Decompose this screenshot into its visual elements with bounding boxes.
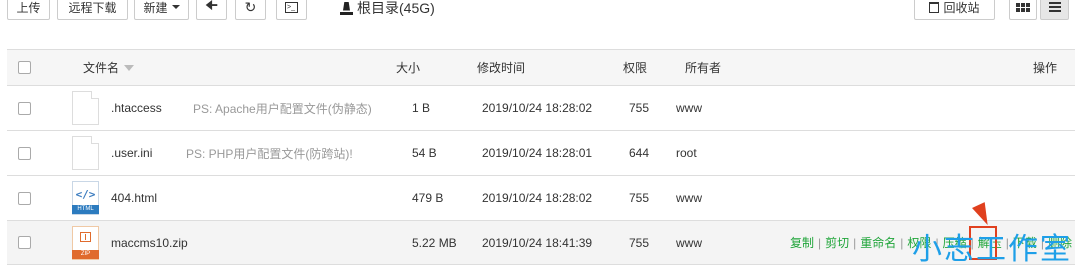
watermark-text: 小志工作室	[912, 232, 1072, 267]
file-icon	[72, 136, 99, 170]
table-row[interactable]: .htaccess PS: Apache用户配置文件(伪静态) 1 B 2019…	[7, 86, 1075, 131]
sort-by-name[interactable]: 文件名	[83, 50, 135, 85]
list-icon	[1048, 2, 1061, 12]
upload-button[interactable]: 上传	[7, 0, 50, 20]
grid-view-button[interactable]	[1009, 0, 1037, 20]
upload-label: 上传	[16, 0, 41, 15]
row-checkbox[interactable]	[18, 131, 31, 175]
back-button[interactable]: 🠈	[196, 0, 227, 20]
remote-download-label: 远程下载	[68, 0, 117, 15]
cut-link[interactable]: 剪切	[825, 234, 849, 251]
recycle-bin-button[interactable]: 回收站	[914, 0, 995, 20]
file-note: PS: Apache用户配置文件(伪静态)	[193, 101, 372, 116]
row-checkbox[interactable]	[18, 221, 31, 264]
refresh-icon: ↻	[244, 0, 257, 15]
file-note: PS: PHP用户配置文件(防跨站)!	[186, 146, 353, 161]
table-row[interactable]: .user.ini PS: PHP用户配置文件(防跨站)! 54 B 2019/…	[7, 131, 1075, 176]
file-icon	[72, 91, 99, 125]
file-owner[interactable]: www	[676, 221, 702, 264]
file-size: 5.22 MB	[412, 235, 457, 250]
rename-link[interactable]: 重命名	[860, 234, 896, 251]
list-view-button[interactable]	[1040, 0, 1069, 20]
column-name: 文件名	[83, 61, 120, 75]
file-mtime: 2019/10/24 18:28:01	[482, 146, 593, 160]
terminal-icon: >_	[285, 1, 298, 13]
trash-icon	[929, 1, 940, 13]
column-size[interactable]: 大小	[396, 50, 420, 85]
file-name[interactable]: .user.ini	[111, 131, 152, 175]
file-owner[interactable]: root	[676, 131, 697, 175]
table-header: 文件名 大小 修改时间 权限 所有者 操作	[7, 50, 1075, 86]
remote-download-button[interactable]: 远程下载	[57, 0, 128, 20]
html-file-icon: </> HTML	[72, 181, 99, 215]
caret-down-icon	[171, 5, 180, 9]
file-size: 1 B	[412, 101, 431, 115]
new-button[interactable]: 新建	[134, 0, 189, 20]
arrow-left-icon: 🠈	[204, 0, 218, 13]
file-toolbar: 上传 远程下载 新建 🠈 ↻ >_ 根目录(45G) 回收站	[0, 0, 1075, 34]
terminal-button[interactable]: >_	[276, 0, 307, 20]
file-permission[interactable]: 755	[629, 176, 649, 220]
table-row[interactable]: </> HTML 404.html 479 B 2019/10/24 18:28…	[7, 176, 1075, 221]
column-mtime[interactable]: 修改时间	[477, 50, 525, 85]
file-owner[interactable]: www	[676, 176, 702, 220]
file-size: 54 B	[412, 146, 437, 160]
file-name[interactable]: 404.html	[111, 176, 157, 220]
column-owner[interactable]: 所有者	[685, 50, 721, 85]
row-checkbox[interactable]	[18, 86, 31, 130]
sort-down-icon	[124, 64, 135, 71]
hard-drive-icon	[340, 1, 353, 15]
row-checkbox[interactable]	[18, 176, 31, 220]
new-label: 新建	[143, 0, 168, 15]
file-mtime: 2019/10/24 18:28:02	[482, 191, 593, 205]
file-permission[interactable]: 755	[629, 221, 649, 264]
file-name[interactable]: .htaccess	[111, 86, 162, 130]
grid-icon	[1016, 2, 1030, 12]
column-actions: 操作	[1033, 61, 1058, 75]
file-size: 479 B	[412, 191, 444, 205]
file-name[interactable]: maccms10.zip	[111, 221, 188, 264]
path-text: 根目录(45G)	[357, 0, 435, 16]
file-owner[interactable]: www	[676, 86, 702, 130]
file-permission[interactable]: 755	[629, 86, 649, 130]
zip-file-icon: ZIP	[72, 226, 99, 260]
recycle-bin-label: 回收站	[943, 0, 980, 15]
select-all-checkbox[interactable]	[18, 50, 31, 85]
file-mtime: 2019/10/24 18:28:02	[482, 101, 593, 115]
file-mtime: 2019/10/24 18:41:39	[482, 235, 593, 250]
column-permission[interactable]: 权限	[623, 50, 647, 85]
copy-link[interactable]: 复制	[790, 234, 814, 251]
refresh-button[interactable]: ↻	[235, 0, 266, 20]
current-path[interactable]: 根目录(45G)	[340, 0, 435, 16]
file-permission[interactable]: 644	[629, 131, 649, 175]
